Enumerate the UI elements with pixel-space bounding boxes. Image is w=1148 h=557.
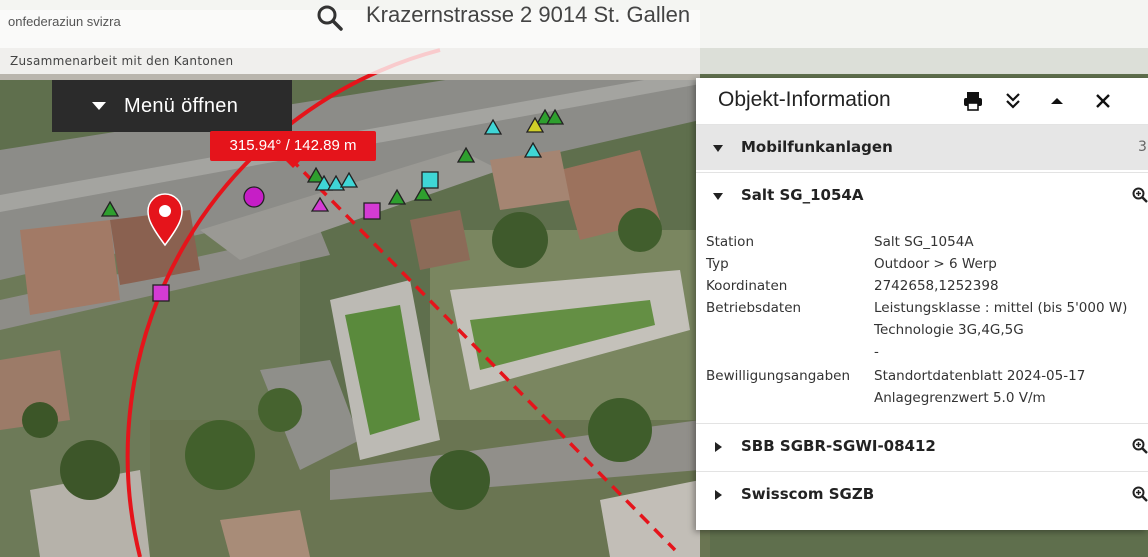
panel-title: Objekt-Information [718, 88, 891, 111]
double-chevron-down-icon[interactable] [1002, 90, 1024, 112]
item-salt-sg-1054a[interactable]: Salt SG_1054A [696, 172, 1148, 218]
panel-header: Objekt-Information [696, 78, 1148, 124]
item-label: SBB SGBR-SGWI-08412 [741, 437, 936, 455]
caret-right-icon [715, 490, 722, 500]
antenna-marker [243, 186, 265, 208]
detail-key: Koordinaten [706, 278, 788, 294]
antenna-marker [152, 284, 170, 302]
caret-down-icon [713, 145, 723, 152]
item-label: Salt SG_1054A [741, 186, 864, 204]
object-information-panel: Objekt-Information Mobilfunkanlagen 3 Sa… [696, 78, 1148, 530]
close-icon[interactable] [1092, 90, 1114, 112]
sub-header: Zusammenarbeit mit den Kantonen [0, 48, 1148, 74]
detail-value: Anlagegrenzwert 5.0 V/m [874, 390, 1046, 406]
search-icon[interactable] [316, 4, 344, 32]
top-header: onfederaziun svizra Krazernstrasse 2 901… [0, 0, 1148, 48]
item-swisscom-sgzb[interactable]: Swisscom SGZB [696, 471, 1148, 517]
antenna-marker [363, 202, 381, 220]
confederation-text: onfederaziun svizra [8, 14, 121, 29]
detail-key: Typ [706, 256, 729, 272]
caret-down-icon [92, 102, 106, 110]
detail-value: 2742658,1252398 [874, 278, 999, 294]
detail-value: Technologie 3G,4G,5G [874, 322, 1024, 338]
detail-value: - [874, 344, 879, 360]
category-mobilfunkanlagen[interactable]: Mobilfunkanlagen 3 [696, 124, 1148, 170]
detail-value: Standortdatenblatt 2024-05-17 [874, 368, 1086, 384]
open-menu-label: Menü öffnen [124, 94, 239, 117]
caret-right-icon [715, 442, 722, 452]
category-count: 3 [1138, 139, 1147, 155]
item-sbb-sgbr-sgwi-08412[interactable]: SBB SGBR-SGWI-08412 [696, 423, 1148, 469]
detail-value: Outdoor > 6 Werp [874, 256, 997, 272]
open-menu-button[interactable]: Menü öffnen [52, 80, 292, 132]
print-icon[interactable] [962, 90, 984, 112]
detail-value: Salt SG_1054A [874, 234, 974, 250]
zoom-in-icon[interactable] [1132, 438, 1148, 454]
search-input[interactable]: Krazernstrasse 2 9014 St. Gallen [366, 2, 690, 28]
detail-value: Leistungsklasse : mittel (bis 5'000 W) [874, 300, 1128, 316]
detail-key: Station [706, 234, 754, 250]
collaboration-text: Zusammenarbeit mit den Kantonen [10, 54, 234, 68]
category-label: Mobilfunkanlagen [741, 138, 893, 156]
caret-down-icon [713, 193, 723, 200]
station-details: Station Salt SG_1054A Typ Outdoor > 6 We… [696, 218, 1148, 423]
antenna-marker [421, 171, 439, 189]
item-label: Swisscom SGZB [741, 485, 875, 503]
detail-key: Betriebsdaten [706, 300, 802, 316]
measurement-label: 315.94° / 142.89 m [210, 131, 376, 168]
detail-key: Bewilligungsangaben [706, 368, 850, 384]
zoom-in-icon[interactable] [1132, 486, 1148, 502]
collapse-up-icon[interactable] [1046, 90, 1068, 112]
zoom-in-icon[interactable] [1132, 187, 1148, 203]
